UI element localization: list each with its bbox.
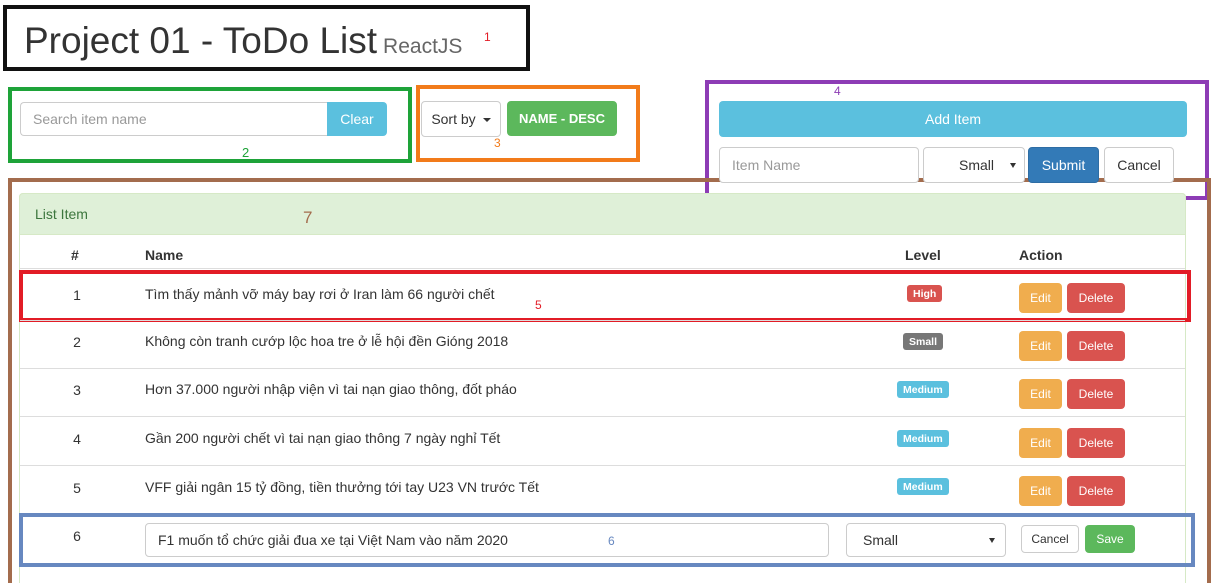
add-item-button[interactable]: Add Item: [719, 101, 1187, 137]
row-number: 3: [73, 382, 81, 398]
delete-button[interactable]: Delete: [1067, 331, 1125, 361]
row-divider: [20, 320, 1185, 321]
row-name: Gần 200 người chết vì tai nạn giao thông…: [145, 430, 501, 446]
search-input[interactable]: [20, 102, 328, 136]
item-name-input[interactable]: [719, 147, 919, 183]
submit-button[interactable]: Submit: [1028, 147, 1099, 183]
row-number: 5: [73, 480, 81, 496]
page-title: Project 01 - ToDo List ReactJS: [24, 20, 462, 62]
level-select[interactable]: Small: [923, 147, 1025, 183]
select-arrow-icon: [1010, 162, 1016, 168]
sort-dropdown-button[interactable]: Sort by: [421, 101, 501, 137]
list-panel-heading: List Item: [19, 193, 1186, 235]
list-heading-label: List Item: [35, 206, 88, 222]
row-name: VFF giải ngân 15 tỷ đồng, tiền thưởng tớ…: [145, 479, 539, 495]
level-badge: Medium: [897, 478, 949, 495]
annotation-number-5: 5: [535, 298, 542, 312]
annotation-number-1: 1: [484, 30, 491, 44]
column-header-action: Action: [1019, 247, 1063, 263]
edit-button[interactable]: Edit: [1019, 428, 1062, 458]
annotation-box-edit-row: [19, 513, 1195, 567]
edit-button[interactable]: Edit: [1019, 331, 1062, 361]
delete-button[interactable]: Delete: [1067, 379, 1125, 409]
annotation-number-3: 3: [494, 136, 501, 150]
annotation-box-row: [19, 270, 1191, 322]
level-badge: Small: [903, 333, 944, 350]
level-badge: Medium: [897, 430, 949, 447]
page-title-text: Project 01 - ToDo List: [24, 20, 378, 61]
edit-button[interactable]: Edit: [1019, 379, 1062, 409]
row-name: Không còn tranh cướp lộc hoa tre ở lễ hộ…: [145, 333, 509, 349]
annotation-number-7: 7: [303, 208, 313, 227]
column-header-name: Name: [145, 247, 184, 263]
clear-button[interactable]: Clear: [327, 102, 387, 136]
column-header-num: #: [71, 247, 79, 263]
annotation-number-2: 2: [242, 145, 250, 160]
row-divider: [20, 465, 1185, 466]
delete-button[interactable]: Delete: [1067, 428, 1125, 458]
annotation-number-6: 6: [608, 534, 615, 548]
row-divider: [20, 416, 1185, 417]
row-divider: [20, 268, 1185, 269]
edit-button[interactable]: Edit: [1019, 476, 1062, 506]
cancel-button[interactable]: Cancel: [1104, 147, 1174, 183]
caret-down-icon: [482, 118, 491, 122]
row-divider: [20, 368, 1185, 369]
row-name: Hơn 37.000 người nhập viện vì tai nạn gi…: [145, 381, 517, 397]
row-number: 4: [73, 431, 81, 447]
column-header-level: Level: [905, 247, 941, 263]
page-subtitle: ReactJS: [383, 35, 463, 58]
sort-button-label: Sort by: [431, 111, 476, 127]
delete-button[interactable]: Delete: [1067, 476, 1125, 506]
level-select-value: Small: [958, 157, 994, 173]
level-badge: Medium: [897, 381, 949, 398]
annotation-number-4: 4: [834, 84, 841, 98]
sort-current-label: NAME - DESC: [507, 101, 617, 136]
row-number: 2: [73, 334, 81, 350]
